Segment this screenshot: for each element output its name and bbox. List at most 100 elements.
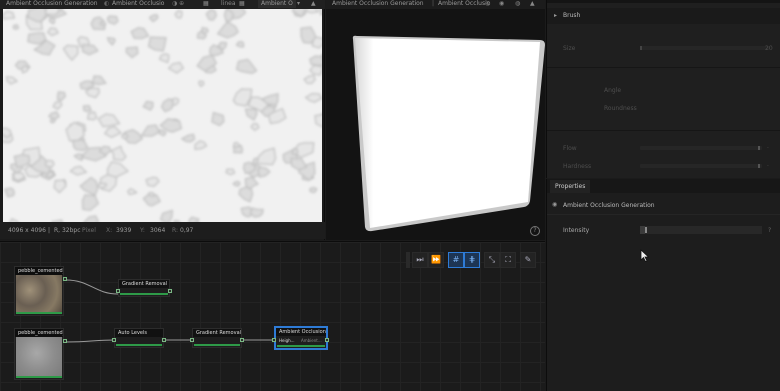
view-3d-panel[interactable]: Ambient Occlusion Generation | Ambient O… [326, 0, 545, 240]
node-pebble-input-2[interactable]: pebble_cemented_flo [14, 328, 64, 380]
render-icon[interactable]: ◍ [515, 0, 520, 7]
pebble-shape [44, 9, 60, 16]
y-value: 3064 [150, 227, 166, 234]
node-output-label: Ambient... [301, 338, 322, 343]
pebble-shape [121, 133, 129, 140]
size-label: Size [563, 45, 576, 52]
channel-icon[interactable]: ◑ ⊕ [172, 0, 184, 7]
pebble-shape [12, 24, 20, 30]
pebble-shape [225, 168, 236, 176]
pebble-shape [309, 186, 318, 194]
view-2d-panel: Ambient Occlusion Generation ◐ Ambient O… [0, 0, 325, 240]
app-window: Ambient Occlusion Generation ◐ Ambient O… [0, 0, 780, 391]
node-icon: ◉ [552, 201, 558, 208]
mouse-cursor-icon [640, 249, 649, 262]
node-thumbnail [16, 275, 62, 313]
collapse-arrow-icon: ▸ [554, 12, 558, 19]
pebble-shape [49, 117, 56, 124]
node-pebble-input-1[interactable]: pebble_cemented_flo [14, 266, 64, 316]
properties-node-header: ◉ Ambient Occlusion Generation [547, 199, 780, 211]
flow-slider[interactable] [640, 146, 762, 150]
texture-preview[interactable] [3, 9, 322, 222]
view-2d-statusbar: 4096 x 4096 | R, 32bpc Pixel X: 3939 Y: … [0, 222, 325, 239]
hardness-label: Hardness [563, 163, 592, 170]
camera-icon[interactable]: ▲ [530, 0, 535, 7]
view-3d-output-select[interactable]: Ambient Occlusio [438, 0, 490, 7]
output-icon: ◐ [104, 0, 110, 7]
view-3d-header: Ambient Occlusion Generation | Ambient O… [326, 0, 545, 9]
properties-node-title: Ambient Occlusion Generation [563, 202, 655, 209]
node-graph-canvas[interactable]: ⏭ ⏩ # ⋕ ⤡ ⛶ ✎ pebble_cemented_flo Gradie… [0, 241, 545, 391]
size-slider[interactable] [640, 46, 770, 50]
pixel-mode-label: Pixel [82, 227, 96, 234]
view-3d-title: Ambient Occlusion Generation [332, 0, 424, 7]
r-value: 0,97 [180, 227, 194, 234]
properties-tabbar: Properties [547, 179, 780, 193]
node-thumbnail [16, 337, 62, 377]
angle-label: Angle [604, 87, 622, 94]
node-title: Ambient Occlusion... [276, 328, 326, 336]
grid-icon[interactable]: ▦ [239, 0, 245, 7]
channel-select[interactable]: Ambient O [258, 0, 296, 8]
y-label: Y: [140, 227, 145, 234]
output-port[interactable] [63, 339, 67, 343]
environment-icon[interactable]: ◉ [499, 0, 504, 7]
flow-label: Flow [563, 145, 577, 152]
pebble-texture-image [3, 9, 322, 222]
texture-size: 4096 x 4096 [8, 227, 46, 234]
node-title: Gradient Removal [119, 280, 169, 288]
node-wires [65, 279, 273, 343]
pebble-shape [82, 105, 93, 113]
pebble-shape [27, 32, 47, 45]
settings-icon[interactable]: ◎ [485, 0, 490, 7]
node-gradient-removal-1[interactable]: Gradient Removal [118, 279, 170, 297]
pebble-shape [3, 127, 12, 139]
brush-section-header[interactable]: ▸ Brush [547, 8, 780, 24]
pebble-shape [44, 159, 55, 168]
camera-icon[interactable]: ▲ [311, 0, 316, 7]
output-select[interactable]: Ambient Occlusio [112, 0, 164, 7]
pebble-shape [305, 9, 320, 14]
r-label: R: [172, 227, 179, 234]
intensity-slider[interactable] [640, 226, 762, 234]
hardness-slider[interactable] [640, 164, 762, 168]
x-value: 3939 [116, 227, 132, 234]
node-auto-levels[interactable]: Auto Levels [114, 328, 164, 348]
tab-properties[interactable]: Properties [550, 180, 591, 193]
intensity-label: Intensity [563, 227, 590, 234]
chevron-down-icon[interactable]: ▾ [297, 0, 300, 7]
node-title: Gradient Removal [193, 329, 241, 337]
node-title: pebble_cemented_flo [15, 267, 63, 275]
brush-panel: ▸ Brush Size 20 Angle Roundness Flow · H… [546, 0, 780, 178]
input-port[interactable] [272, 338, 276, 342]
pebble-shape [235, 40, 245, 48]
input-port[interactable] [116, 289, 120, 293]
roundness-label: Roundness [604, 105, 637, 112]
properties-panel: Properties ◉ Ambient Occlusion Generatio… [546, 179, 780, 391]
size-slider-handle[interactable] [640, 46, 642, 50]
intensity-help-icon[interactable]: ? [768, 227, 771, 234]
output-port[interactable] [168, 289, 172, 293]
node-ambient-occlusion[interactable]: Ambient Occlusion... Heigh... Ambient... [274, 326, 328, 350]
intensity-slider-handle[interactable] [644, 227, 647, 233]
output-port[interactable] [325, 338, 329, 342]
input-port[interactable] [112, 338, 116, 342]
x-label: X: [106, 227, 113, 234]
node-gradient-removal-2[interactable]: Gradient Removal [192, 328, 242, 348]
output-port[interactable] [162, 338, 166, 342]
node-title: Auto Levels [115, 329, 163, 337]
pebble-shape [99, 20, 107, 27]
mode-select[interactable]: linea [221, 0, 236, 7]
output-port[interactable] [240, 338, 244, 342]
texture-format: R, 32bpc [54, 227, 81, 234]
node-title: pebble_cemented_flo [15, 329, 63, 337]
image-icon[interactable]: ▦ [203, 0, 209, 7]
brush-title: Brush [563, 12, 581, 19]
input-port[interactable] [190, 338, 194, 342]
view-2d-title: Ambient Occlusion Generation [6, 0, 98, 7]
pebble-shape [291, 147, 299, 156]
pebble-shape [86, 111, 98, 121]
output-port[interactable] [63, 277, 67, 281]
help-icon[interactable]: ? [530, 226, 540, 236]
3d-plane-mesh [352, 35, 545, 232]
